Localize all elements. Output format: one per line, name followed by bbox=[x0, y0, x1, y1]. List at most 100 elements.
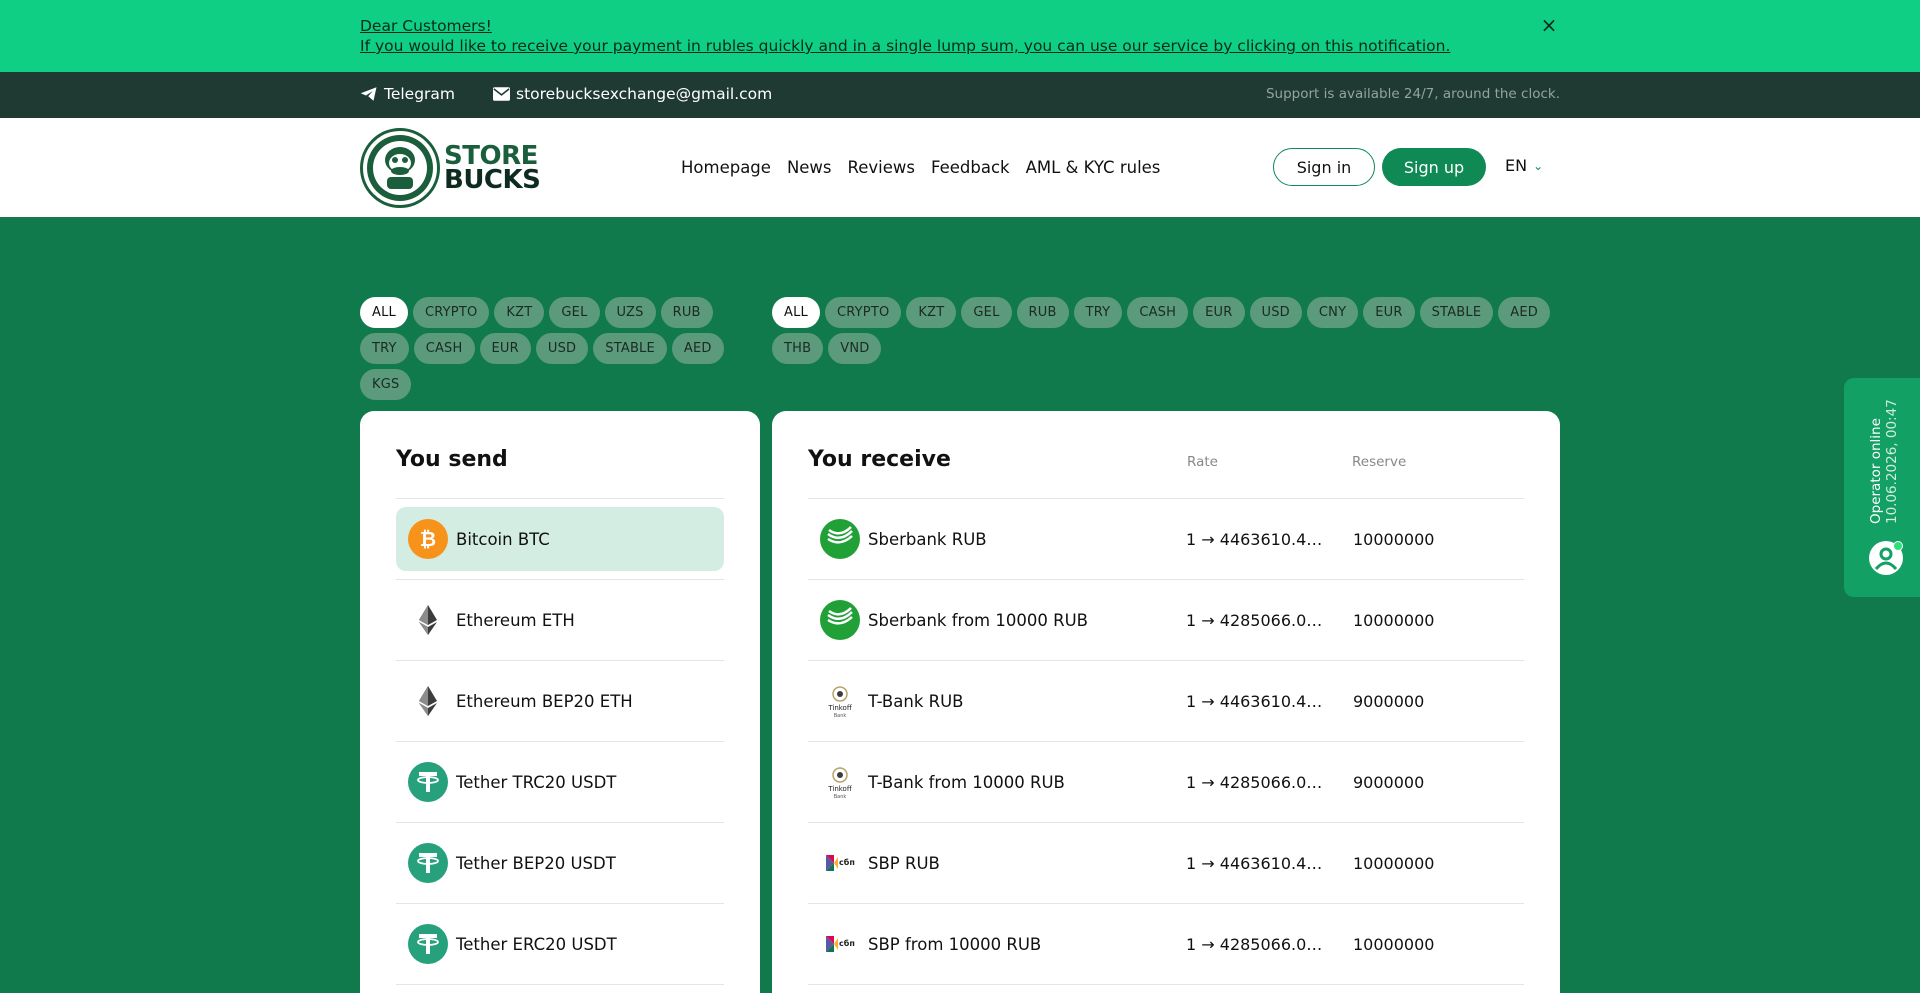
payout-method-name: SBP RUB bbox=[868, 853, 940, 873]
close-icon[interactable]: × bbox=[1538, 13, 1560, 37]
operator-chat-widget[interactable]: Operator online 10.06.2026, 00:47 bbox=[1844, 378, 1920, 597]
payout-method-name: T-Bank RUB bbox=[868, 691, 964, 711]
receive-filter-thb[interactable]: THB bbox=[772, 333, 824, 364]
receive-filter-vnd[interactable]: VND bbox=[828, 333, 882, 364]
currency-name: Bitcoin BTC bbox=[456, 529, 550, 549]
receive-list-item[interactable]: Sberbank RUB 1 → 4463610.4185 10000000 bbox=[808, 499, 1524, 580]
svg-text:сбп: сбп bbox=[839, 857, 855, 867]
receive-list-item[interactable]: сбп SBP RUB 1 → 4463610.4185 10000000 bbox=[808, 823, 1524, 904]
duck-mascot-icon bbox=[360, 128, 440, 208]
notification-message[interactable]: If you would like to receive your paymen… bbox=[360, 36, 1450, 56]
receive-filter-cny[interactable]: CNY bbox=[1306, 297, 1359, 328]
send-filter-usd[interactable]: USD bbox=[535, 333, 589, 364]
send-list-item[interactable]: Tether BEP20 USDT bbox=[396, 823, 724, 904]
operator-datetime: 10.06.2026, 00:47 bbox=[1884, 399, 1900, 524]
logo[interactable]: STORE BUCKS bbox=[360, 128, 541, 208]
email-link[interactable]: storebucksexchange@gmail.com bbox=[493, 85, 772, 103]
sign-in-button[interactable]: Sign in bbox=[1273, 148, 1375, 186]
reserve-amount: 10000000 bbox=[1353, 529, 1435, 549]
payout-method-name: T-Bank from 10000 RUB bbox=[868, 772, 1065, 792]
site-header: STORE BUCKS Homepage News Reviews Feedba… bbox=[0, 118, 1920, 217]
email-label: storebucksexchange@gmail.com bbox=[516, 85, 773, 103]
send-list-item[interactable]: Ethereum ETH bbox=[396, 580, 724, 661]
sberbank-icon bbox=[820, 519, 860, 559]
payout-method-name: Sberbank from 10000 RUB bbox=[868, 610, 1088, 630]
nav-aml-kyc[interactable]: AML & KYC rules bbox=[1026, 158, 1161, 177]
language-selector[interactable]: EN ⌄ bbox=[1505, 156, 1543, 175]
send-filter-eur[interactable]: EUR bbox=[479, 333, 531, 364]
receive-filter-all[interactable]: ALL bbox=[772, 297, 820, 328]
send-title: You send bbox=[396, 447, 508, 472]
receive-title: You receive bbox=[808, 447, 951, 472]
send-panel: You send ₿ Bitcoin BTC Ethereum ETH Ethereu… bbox=[360, 411, 760, 993]
receive-currency-filters: ALL CRYPTO KZT GEL RUB TRY CASH EUR USD CNY EUR STA… bbox=[772, 297, 1562, 364]
send-filter-crypto[interactable]: CRYPTO bbox=[412, 297, 490, 328]
receive-filter-stable[interactable]: STABLE bbox=[1419, 297, 1494, 328]
svg-text:Bank: Bank bbox=[834, 713, 847, 719]
receive-filter-usd[interactable]: USD bbox=[1249, 297, 1302, 328]
send-list-item[interactable]: ₿ Bitcoin BTC bbox=[396, 499, 724, 580]
send-list: ₿ Bitcoin BTC Ethereum ETH Ethereum BEP20 E… bbox=[396, 498, 724, 985]
send-list-item[interactable]: Ethereum BEP20 ETH bbox=[396, 661, 724, 742]
svg-text:сбп: сбп bbox=[839, 938, 855, 948]
currency-name: Tether ERC20 USDT bbox=[456, 934, 617, 954]
receive-list-item[interactable]: сбп SBP from 10000 RUB 1 → 4285066.0015 100… bbox=[808, 904, 1524, 985]
exchange-rate: 1 → 4463610.4185 bbox=[1186, 691, 1331, 711]
send-list-item[interactable]: Tether ERC20 USDT bbox=[396, 904, 724, 985]
send-filter-gel[interactable]: GEL bbox=[549, 297, 600, 328]
exchange-rate: 1 → 4285066.0015 bbox=[1186, 934, 1331, 954]
tinkoff-icon: Tinkoff Bank bbox=[820, 762, 860, 802]
telegram-link[interactable]: Telegram bbox=[360, 85, 455, 103]
send-filter-aed[interactable]: AED bbox=[671, 333, 724, 364]
logo-text: STORE BUCKS bbox=[444, 143, 541, 193]
payout-method-name: SBP from 10000 RUB bbox=[868, 934, 1042, 954]
reserve-amount: 9000000 bbox=[1353, 772, 1425, 792]
send-filter-kzt[interactable]: KZT bbox=[494, 297, 545, 328]
language-label: EN bbox=[1505, 156, 1528, 175]
tether-icon bbox=[408, 924, 448, 964]
send-filter-cash[interactable]: CASH bbox=[413, 333, 475, 364]
nav-feedback[interactable]: Feedback bbox=[931, 158, 1010, 177]
receive-filter-gel[interactable]: GEL bbox=[961, 297, 1012, 328]
receive-filter-eur[interactable]: EUR bbox=[1193, 297, 1245, 328]
receive-list-item[interactable]: Tinkoff Bank T-Bank from 10000 RUB 1 → 4285… bbox=[808, 742, 1524, 823]
send-list-item[interactable]: Tether TRC20 USDT bbox=[396, 742, 724, 823]
notification-title[interactable]: Dear Customers! bbox=[360, 16, 1450, 36]
svg-text:Tinkoff: Tinkoff bbox=[827, 704, 852, 712]
exchange-rate: 1 → 4285066.0015 bbox=[1186, 610, 1331, 630]
send-filter-stable[interactable]: STABLE bbox=[593, 333, 667, 364]
receive-filter-cash[interactable]: CASH bbox=[1127, 297, 1189, 328]
receive-filter-aed[interactable]: AED bbox=[1498, 297, 1550, 328]
send-filter-uzs[interactable]: UZS bbox=[604, 297, 656, 328]
sbp-icon: сбп bbox=[820, 843, 860, 883]
sign-up-button[interactable]: Sign up bbox=[1382, 148, 1486, 186]
receive-filter-crypto[interactable]: CRYPTO bbox=[824, 297, 902, 328]
receive-filter-eur[interactable]: EUR bbox=[1363, 297, 1415, 328]
receive-filter-rub[interactable]: RUB bbox=[1016, 297, 1069, 328]
tinkoff-icon: Tinkoff Bank bbox=[820, 681, 860, 721]
nav-reviews[interactable]: Reviews bbox=[848, 158, 915, 177]
nav-news[interactable]: News bbox=[787, 158, 832, 177]
reserve-amount: 10000000 bbox=[1353, 853, 1435, 873]
exchange-rate: 1 → 4463610.4185 bbox=[1186, 853, 1331, 873]
receive-list-item[interactable]: Tinkoff Bank T-Bank RUB 1 → 4463610.4185 900… bbox=[808, 661, 1524, 742]
reserve-amount: 10000000 bbox=[1353, 934, 1435, 954]
currency-name: Ethereum BEP20 ETH bbox=[456, 691, 633, 711]
send-filter-rub[interactable]: RUB bbox=[660, 297, 713, 328]
notification-text[interactable]: Dear Customers! If you would like to rec… bbox=[360, 16, 1450, 56]
mail-icon bbox=[493, 87, 510, 101]
nav-homepage[interactable]: Homepage bbox=[681, 158, 771, 177]
notification-banner[interactable]: Dear Customers! If you would like to rec… bbox=[0, 0, 1920, 72]
receive-filter-kzt[interactable]: KZT bbox=[906, 297, 957, 328]
receive-list: Sberbank RUB 1 → 4463610.4185 10000000 Sber… bbox=[808, 498, 1524, 985]
receive-filter-try[interactable]: TRY bbox=[1073, 297, 1123, 328]
sbp-icon: сбп bbox=[820, 924, 860, 964]
svg-text:Bank: Bank bbox=[834, 794, 847, 800]
svg-text:Tinkoff: Tinkoff bbox=[827, 785, 852, 793]
receive-list-item[interactable]: Sberbank from 10000 RUB 1 → 4285066.0015 1… bbox=[808, 580, 1524, 661]
send-filter-all[interactable]: ALL bbox=[360, 297, 408, 328]
send-filter-try[interactable]: TRY bbox=[360, 333, 409, 364]
currency-name: Tether TRC20 USDT bbox=[456, 772, 617, 792]
bitcoin-icon: ₿ bbox=[408, 519, 448, 559]
send-filter-kgs[interactable]: KGS bbox=[360, 369, 412, 400]
